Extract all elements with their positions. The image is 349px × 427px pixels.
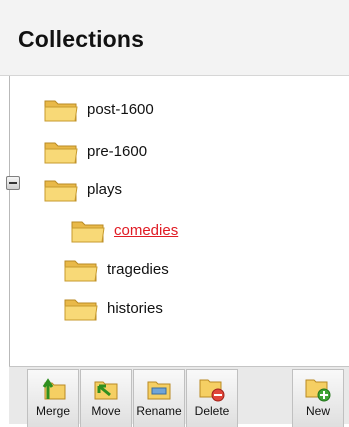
folder-icon: [64, 299, 98, 321]
tree-item-post-1600[interactable]: post-1600: [43, 92, 154, 126]
merge-button[interactable]: Merge: [27, 369, 79, 427]
tree-item-label: histories: [107, 299, 163, 317]
folder-icon: [44, 142, 78, 164]
new-folder-button-label: New: [305, 404, 330, 418]
page-title: Collections: [18, 26, 145, 52]
tree-item-label: pre-1600: [87, 142, 148, 160]
move-button[interactable]: Move: [80, 369, 132, 427]
folder-icon: [44, 180, 78, 202]
rename-button[interactable]: Rename: [133, 369, 185, 427]
tree-item-tragedies[interactable]: tragedies: [63, 252, 169, 286]
tree-item-label: post-1600: [87, 100, 154, 118]
move-icon: [94, 381, 118, 400]
tree-item-pre-1600[interactable]: pre-1600: [43, 134, 147, 168]
merge-icon: [42, 378, 66, 400]
new-folder-icon: [305, 379, 331, 402]
tree-item-label: tragedies: [107, 260, 169, 278]
collections-header: Collections: [0, 0, 349, 76]
move-button-label: Move: [91, 404, 121, 418]
folder-icon: [44, 100, 78, 122]
merge-button-label: Merge: [35, 404, 70, 418]
collapse-toggle-icon[interactable]: [6, 176, 20, 190]
folder-icon: [64, 260, 98, 282]
tree-item-label: plays: [87, 180, 123, 198]
rename-button-label: Rename: [136, 404, 182, 418]
folder-icon: [71, 221, 105, 243]
tree-item-histories[interactable]: histories: [63, 291, 163, 325]
delete-button[interactable]: Delete: [186, 369, 238, 427]
tree-item-label-selected: comedies: [114, 221, 179, 239]
new-folder-button[interactable]: New: [292, 369, 344, 427]
delete-button-label: Delete: [194, 404, 230, 418]
tree-item-plays[interactable]: plays: [43, 172, 122, 206]
rename-icon: [147, 381, 171, 400]
delete-icon: [199, 379, 225, 402]
collections-toolbar: Merge Move Rename Delete New: [9, 366, 349, 427]
tree-item-comedies[interactable]: comedies: [70, 213, 178, 247]
